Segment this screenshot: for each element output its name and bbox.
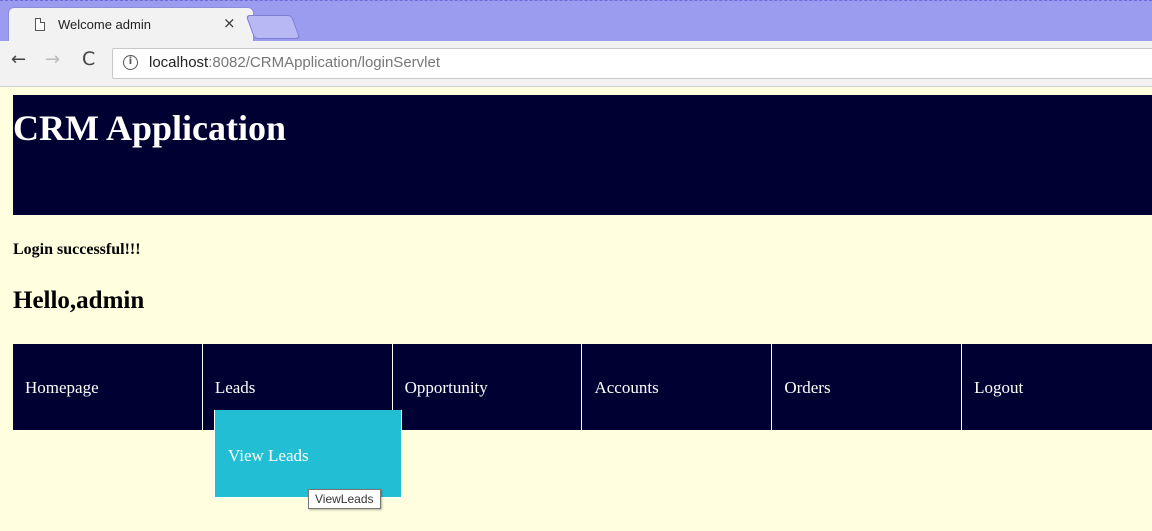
tab-title: Welcome admin [58,17,151,32]
main-nav: Homepage Leads Opportunity Accounts Orde… [13,344,1152,430]
info-icon[interactable]: i [123,55,138,70]
nav-item-orders[interactable]: Orders [772,344,963,430]
page-content: CRM Application Login successful!!! Hell… [0,87,1152,531]
browser-chrome: Welcome admin × ← → C i localhost:8082/C… [0,0,1152,87]
nav-item-label: Accounts [594,378,659,397]
nav-item-homepage[interactable]: Homepage [13,344,203,430]
forward-arrow-icon[interactable]: → [45,49,60,70]
reload-icon[interactable]: C [82,48,95,70]
nav-item-accounts[interactable]: Accounts [582,344,773,430]
dropdown-item-view-leads[interactable]: View Leads [228,446,309,466]
login-message: Login successful!!! [13,241,141,258]
url-text[interactable]: localhost:8082/CRMApplication/loginServl… [149,54,440,71]
close-tab-icon[interactable]: × [223,14,236,32]
header-banner: CRM Application [13,95,1152,215]
tooltip: ViewLeads [308,489,381,509]
new-tab-button[interactable] [245,15,301,39]
tab-strip: Welcome admin × [0,0,1152,42]
nav-item-opportunity[interactable]: Opportunity [393,344,583,430]
nav-item-label: Orders [784,378,831,397]
back-arrow-icon[interactable]: ← [11,49,26,70]
nav-item-label: Homepage [25,378,99,397]
greeting-heading: Hello,admin [13,287,145,314]
page-title: CRM Application [13,108,287,148]
browser-tab[interactable]: Welcome admin × [8,7,254,42]
nav-item-logout[interactable]: Logout [962,344,1152,430]
url-host: localhost [149,54,209,71]
url-path: :8082/CRMApplication/loginServlet [208,54,440,71]
browser-toolbar: ← → C i localhost:8082/CRMApplication/lo… [0,41,1152,87]
leads-dropdown: View Leads [214,410,402,498]
nav-item-label: Opportunity [404,378,488,397]
address-bar[interactable]: i localhost:8082/CRMApplication/loginSer… [112,48,1152,79]
nav-item-label: Leads [214,378,256,397]
page-icon [35,18,45,31]
nav-item-label: Logout [974,378,1024,397]
